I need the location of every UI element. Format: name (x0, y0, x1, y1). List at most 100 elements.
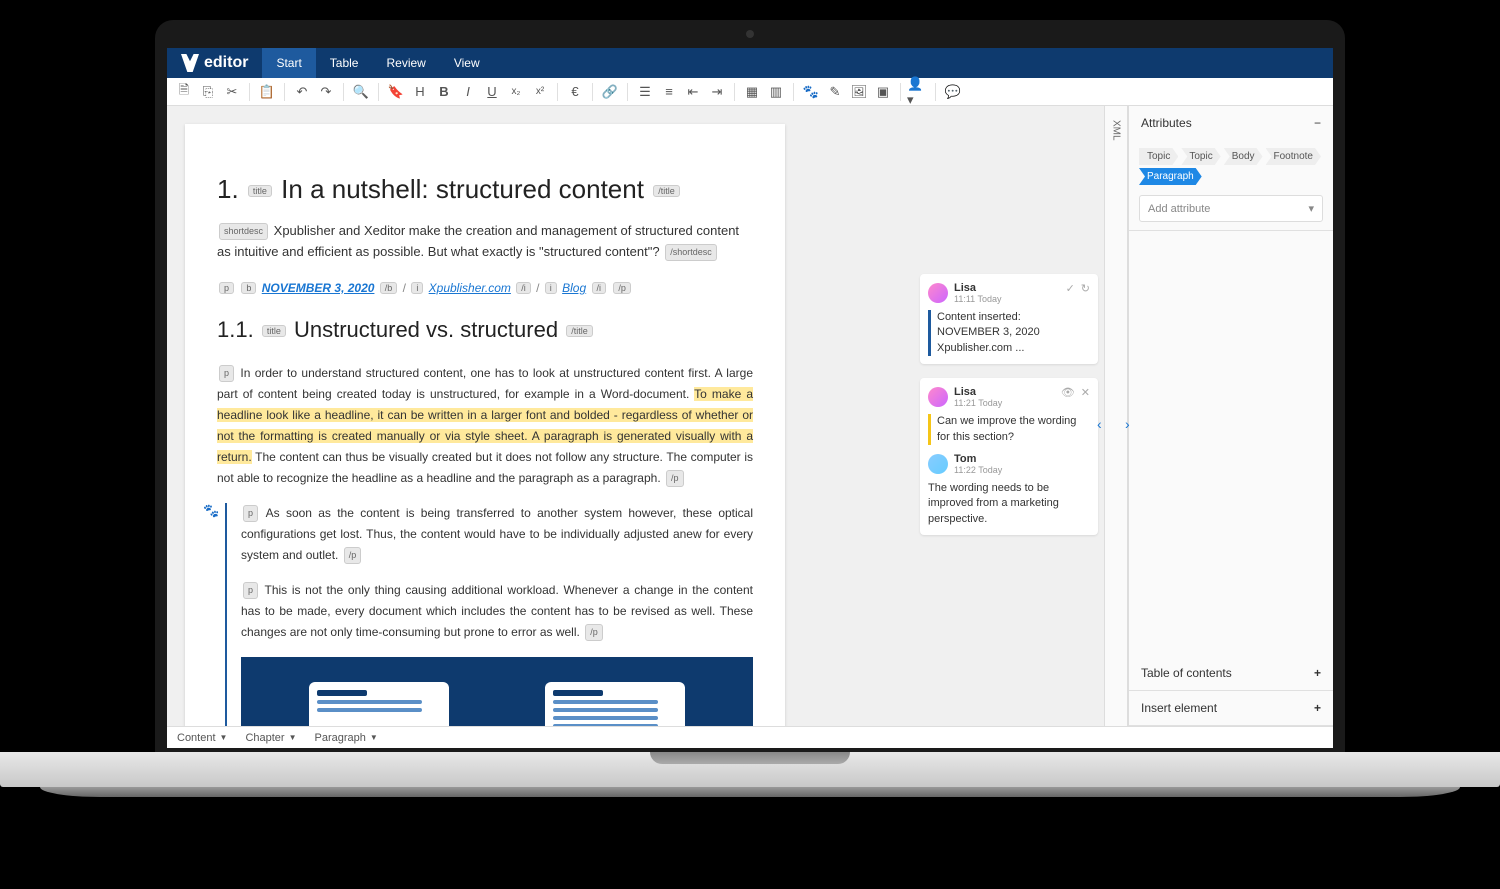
comment-time: 11:11 Today (954, 294, 1002, 304)
pencil-icon[interactable]: ✎ (824, 81, 846, 103)
menubar: editor StartTableReviewView (167, 48, 1333, 78)
underline-icon[interactable]: U (481, 81, 503, 103)
indent-icon[interactable]: ⇤ (682, 81, 704, 103)
superscript-icon[interactable]: x² (529, 81, 551, 103)
menu-view[interactable]: View (440, 48, 494, 78)
heading-1: 1. title In a nutshell: structured conte… (217, 174, 753, 205)
chevron-down-icon: ▼ (289, 733, 297, 742)
logo-mark-icon (181, 54, 199, 72)
list-number-icon[interactable]: ≡ (658, 81, 680, 103)
reply-author: Tom (954, 453, 1002, 465)
subscript-icon[interactable]: x₂ (505, 81, 527, 103)
xml-strip[interactable]: XML ‹ › (1104, 106, 1128, 726)
comment-card[interactable]: Lisa11:11 Today ✓ ↻ Content inserted:NOVEMB… (920, 274, 1098, 364)
comment-time: 11:21 Today (954, 398, 1002, 408)
track-changes-block: 🐾 p As soon as the content is being tran… (225, 503, 753, 726)
bookmark-icon[interactable]: 🔖 (385, 81, 407, 103)
short-description: shortdesc Xpublisher and Xeditor make th… (217, 221, 753, 263)
collapse-right-icon[interactable]: › (1125, 416, 1130, 432)
heading-2: 1.1. title Unstructured vs. structured /… (217, 317, 753, 343)
menu-start[interactable]: Start (262, 48, 315, 78)
panel-header-table-of-contents[interactable]: Table of contents+ (1129, 656, 1333, 690)
right-panel: Attributes − TopicTopicBodyFootnoteParag… (1128, 106, 1333, 726)
attributes-panel-header[interactable]: Attributes − (1129, 106, 1333, 140)
redo-icon[interactable]: ↷ (315, 81, 337, 103)
undo-icon[interactable]: ↶ (291, 81, 313, 103)
comments-panel: Lisa11:11 Today✓↻Content inserted:NOVEMB… (914, 106, 1104, 726)
comment-card[interactable]: Lisa11:21 Today 👁 ✕ Can we improve the word… (920, 378, 1098, 535)
document-scroll[interactable]: 1. title In a nutshell: structured conte… (167, 106, 914, 726)
check-icon[interactable]: ✓ (1066, 282, 1075, 295)
bold-icon[interactable]: B (433, 81, 455, 103)
eye-icon[interactable]: 👁 (1061, 386, 1075, 399)
breadcrumb-item[interactable]: Body (1224, 148, 1263, 165)
breadcrumb-item[interactable]: Paragraph (1139, 168, 1202, 185)
comment-author: Lisa (954, 282, 1002, 294)
add-attribute-dropdown[interactable]: Add attribute ▾ (1139, 195, 1323, 222)
statusbar: Content ▼ Chapter ▼ Paragraph ▼ (167, 726, 1333, 748)
comment-body: Can we improve the wording for this sect… (928, 414, 1090, 445)
list-bullet-icon[interactable]: ☰ (634, 81, 656, 103)
meta-blog-link[interactable]: Blog (562, 281, 586, 295)
close-icon[interactable]: ✕ (1081, 386, 1090, 399)
breadcrumb-item[interactable]: Topic (1139, 148, 1178, 165)
outdent-icon[interactable]: ⇥ (706, 81, 728, 103)
statusbar-content[interactable]: Content ▼ (177, 732, 227, 744)
paragraph-1: p In order to understand structured cont… (217, 363, 753, 489)
comment-icon[interactable]: 💬 (942, 81, 964, 103)
breadcrumb-item[interactable]: Footnote (1266, 148, 1321, 165)
avatar (928, 454, 948, 474)
paragraph-3: p This is not the only thing causing add… (241, 580, 753, 643)
tag-title-open: title (248, 185, 272, 197)
paragraph-2: p As soon as the content is being transf… (241, 503, 753, 566)
reply-time: 11:22 Today (954, 465, 1002, 475)
embedded-image: Xeditor (241, 657, 753, 726)
minus-icon: − (1314, 116, 1321, 130)
statusbar-paragraph[interactable]: Paragraph ▼ (315, 732, 378, 744)
image-icon[interactable]: 🖼 (848, 81, 870, 103)
tag-title-close: /title (653, 185, 680, 197)
comment-author: Lisa (954, 386, 1002, 398)
reload-icon[interactable]: ↻ (1081, 282, 1090, 295)
plus-icon: + (1314, 701, 1321, 715)
camera-dot (746, 30, 754, 38)
chevron-down-icon: ▼ (370, 733, 378, 742)
cut-icon[interactable]: ✂ (221, 81, 243, 103)
collapse-left-icon[interactable]: ‹ (1097, 416, 1102, 432)
xml-label: XML (1111, 120, 1122, 141)
copy-icon[interactable]: ⎘ (197, 81, 219, 103)
app-logo: editor (167, 54, 262, 72)
link-icon[interactable]: 🔗 (599, 81, 621, 103)
plus-icon: + (1314, 666, 1321, 680)
meta-date-link[interactable]: NOVEMBER 3, 2020 (262, 281, 375, 295)
statusbar-chapter[interactable]: Chapter ▼ (245, 732, 296, 744)
meta-line: p b NOVEMBER 3, 2020 /b / i Xpublisher.c… (217, 281, 753, 295)
paw-icon: 🐾 (203, 503, 219, 519)
toolbar: 🗎⎘✂ 📋 ↶↷ 🔍 🔖HBIUx₂x² € 🔗 ☰≡⇤⇥ ▦▥ 🐾✎🖼▣ 👤▾ 💬 (167, 78, 1333, 106)
table-insert-icon[interactable]: ▦ (741, 81, 763, 103)
menu-review[interactable]: Review (372, 48, 439, 78)
tag-shortdesc-open: shortdesc (219, 223, 268, 239)
image-card-right (545, 682, 685, 726)
menu-table[interactable]: Table (316, 48, 373, 78)
tag-shortdesc-close: /shortdesc (665, 244, 717, 260)
meta-site-link[interactable]: Xpublisher.com (429, 281, 511, 295)
panel-header-insert-element[interactable]: Insert element+ (1129, 691, 1333, 725)
heading-icon[interactable]: H (409, 81, 431, 103)
breadcrumb: TopicTopicBodyFootnoteParagraph (1139, 148, 1323, 185)
euro-icon[interactable]: € (564, 81, 586, 103)
avatar (928, 283, 948, 303)
media-icon[interactable]: ▣ (872, 81, 894, 103)
search-icon[interactable]: 🔍 (350, 81, 372, 103)
italic-icon[interactable]: I (457, 81, 479, 103)
avatar (928, 387, 948, 407)
chevron-down-icon: ▾ (1308, 202, 1314, 215)
file-icon[interactable]: 🗎 (173, 81, 195, 103)
breadcrumb-item[interactable]: Topic (1181, 148, 1220, 165)
comment-body: Content inserted:NOVEMBER 3, 2020Xpublis… (928, 310, 1090, 356)
paste-icon[interactable]: 📋 (256, 81, 278, 103)
user-icon[interactable]: 👤▾ (907, 81, 929, 103)
table-edit-icon[interactable]: ▥ (765, 81, 787, 103)
reply-body: The wording needs to be improved from a … (928, 481, 1090, 527)
paw-icon[interactable]: 🐾 (800, 81, 822, 103)
